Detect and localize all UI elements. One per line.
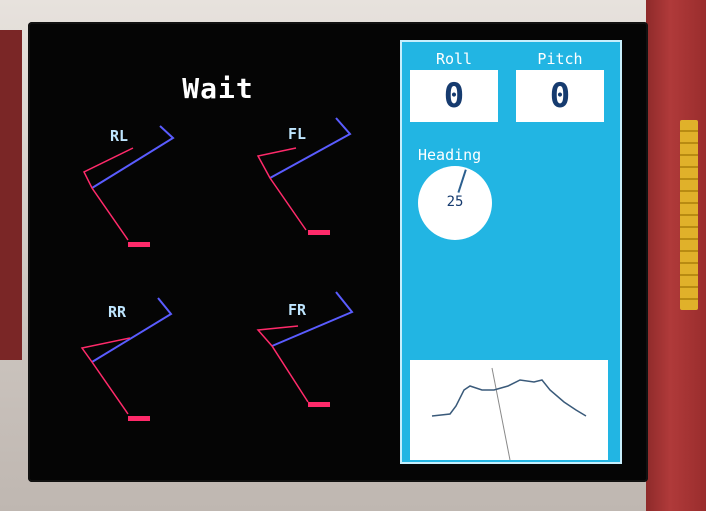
leg-fl-lower <box>256 147 307 231</box>
roll-label: Roll <box>435 50 473 68</box>
graph-trace <box>431 379 587 417</box>
pitch-value-box: 0 <box>516 70 604 122</box>
leg-rl-foot <box>128 242 150 247</box>
leg-rr-figure <box>80 297 173 421</box>
heading-compass: 25 <box>418 166 492 240</box>
leg-fl-foot <box>308 230 330 235</box>
leg-rr-foot <box>128 416 150 421</box>
leg-rr-lower <box>80 337 131 415</box>
leg-label-fl: FL <box>288 125 307 143</box>
leg-label-rr: RR <box>108 303 127 321</box>
leg-label-fr: FR <box>288 301 307 319</box>
graph-plot <box>431 367 587 461</box>
leg-fr-upper <box>271 291 354 347</box>
legs-drawing <box>80 117 354 421</box>
sensor-graph <box>410 360 608 461</box>
leg-rl-upper <box>91 125 175 189</box>
roll-value: 0 <box>443 76 465 116</box>
roll-value-box: 0 <box>410 70 498 122</box>
circuit-board-left <box>0 30 22 360</box>
leg-rl-figure <box>82 125 175 247</box>
gold-connector-strip <box>680 120 698 310</box>
pitch-label: Pitch <box>537 50 583 68</box>
tft-screen: Wait RL FL RR FR Roll 0 Pitch 0 Heading … <box>28 22 648 482</box>
leg-rl-lower <box>82 147 134 241</box>
sensor-panel: Roll 0 Pitch 0 Heading 25 <box>400 40 622 464</box>
leg-rr-upper <box>91 297 173 363</box>
compass-needle <box>457 169 467 193</box>
circuit-board-right <box>646 0 706 511</box>
leg-fl-upper <box>269 117 352 179</box>
leg-label-rl: RL <box>110 127 129 145</box>
heading-label: Heading <box>418 146 482 164</box>
pitch-value: 0 <box>549 76 571 116</box>
graph-cursor-line <box>491 367 511 461</box>
leg-fr-lower <box>256 325 309 403</box>
leg-fr-foot <box>308 402 330 407</box>
heading-value: 25 <box>446 194 464 210</box>
